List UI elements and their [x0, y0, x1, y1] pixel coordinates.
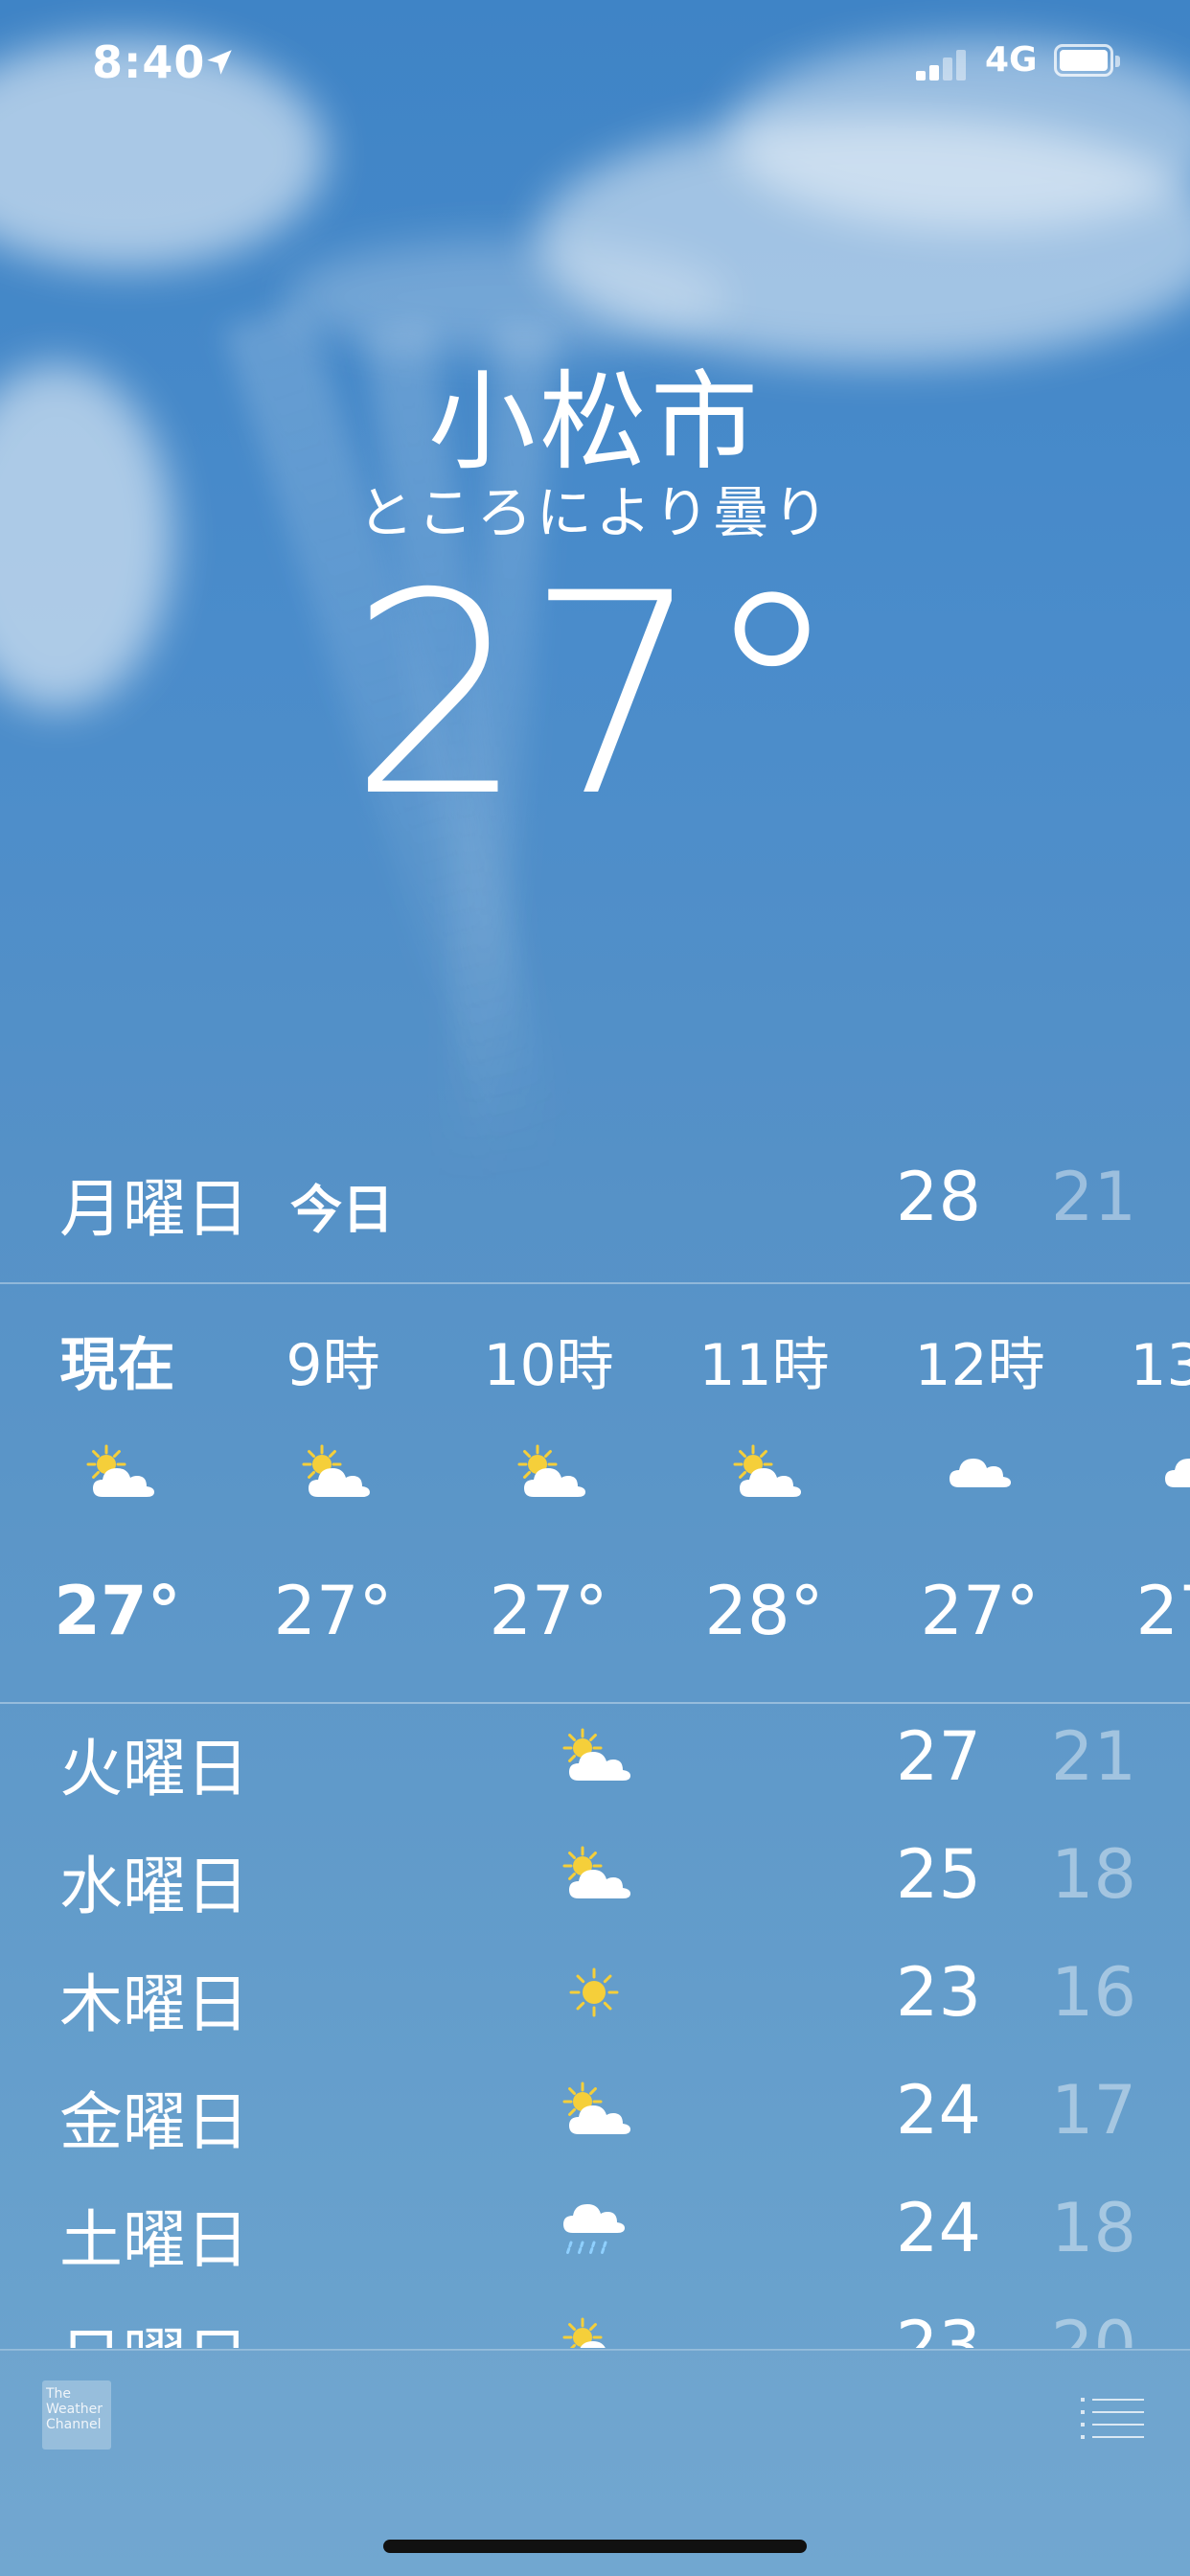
- status-time: 8:40: [92, 36, 206, 88]
- hourly-time: 11時: [698, 1332, 830, 1399]
- hourly-icon-wrap: [295, 1439, 372, 1506]
- today-row: 月曜日 今日 28 21: [0, 1150, 1190, 1246]
- weather-channel-logo[interactable]: The Weather Channel: [42, 2380, 111, 2450]
- daily-low: 18: [1050, 2189, 1136, 2267]
- partly-cloudy-icon: [517, 1444, 585, 1497]
- partly-cloudy-icon: [302, 1444, 370, 1497]
- hourly-icon-wrap: [942, 1439, 1018, 1506]
- daily-low: 21: [1050, 1717, 1136, 1796]
- cellular-signal-icon: [916, 48, 968, 80]
- daily-high: 27: [895, 1717, 981, 1796]
- daily-icon-wrap: [556, 2077, 632, 2144]
- daily-low: 16: [1050, 1953, 1136, 2032]
- daily-low: 17: [1050, 2071, 1136, 2150]
- daily-row: 日曜日 23 20: [0, 2295, 1190, 2348]
- hourly-item: 9時 27°: [225, 1284, 441, 1668]
- daily-high: 24: [895, 2189, 981, 2267]
- hourly-temp: 27°: [273, 1572, 393, 1650]
- daily-forecast-list[interactable]: 火曜日 27 21 水曜日 25 18 木曜日 23 16 金曜日 24 17 土曜日 24 18 日曜日 23…: [0, 1706, 1190, 2348]
- battery-icon: [1054, 44, 1120, 77]
- today-low: 21: [1050, 1158, 1136, 1236]
- daily-day: 木曜日: [59, 1967, 249, 2041]
- hourly-time: 13時: [1130, 1332, 1190, 1399]
- today-tag: 今日: [290, 1180, 394, 1240]
- sun-icon: [569, 1967, 619, 2017]
- daily-day: 火曜日: [59, 1732, 249, 1806]
- daily-icon-wrap: [556, 1959, 632, 2026]
- daily-day: 日曜日: [59, 2307, 249, 2348]
- hourly-time: 9時: [286, 1332, 380, 1399]
- cloud-icon: [1164, 1459, 1190, 1487]
- rain-icon: [563, 2204, 625, 2256]
- partly-cloudy-icon: [562, 1728, 630, 1781]
- current-temperature: 27°: [348, 535, 841, 858]
- hourly-item: 11時 28°: [656, 1284, 872, 1668]
- hourly-item: 12時 27°: [872, 1284, 1087, 1668]
- location-arrow-icon: [207, 50, 232, 75]
- daily-day: 土曜日: [59, 2203, 249, 2277]
- hourly-icon-wrap: [1157, 1439, 1190, 1506]
- daily-high: 25: [895, 1835, 981, 1914]
- hourly-time: 現在: [59, 1332, 175, 1399]
- daily-low: 20: [1050, 2307, 1136, 2348]
- hourly-item: 現在 27°: [10, 1284, 225, 1668]
- daily-high: 23: [895, 2307, 981, 2348]
- partly-cloudy-icon: [733, 1444, 801, 1497]
- hourly-icon-wrap: [80, 1439, 156, 1506]
- hourly-time: 12時: [914, 1332, 1045, 1399]
- daily-icon-wrap: [556, 2312, 632, 2348]
- home-indicator[interactable]: [383, 2540, 807, 2553]
- divider: [0, 1702, 1190, 1704]
- status-bar: 8:40 4G: [0, 36, 1190, 94]
- hourly-item: 10時 27°: [441, 1284, 656, 1668]
- partly-cloudy-icon: [562, 1846, 630, 1898]
- hourly-item: 13時 27°: [1087, 1284, 1190, 1668]
- daily-low: 18: [1050, 1835, 1136, 1914]
- partly-cloudy-icon: [562, 2317, 606, 2348]
- daily-day: 水曜日: [59, 1850, 249, 1923]
- cloud-icon: [949, 1459, 1011, 1487]
- partly-cloudy-icon: [562, 2082, 630, 2134]
- daily-icon-wrap: [556, 1723, 632, 1790]
- hourly-temp: 27°: [54, 1572, 181, 1650]
- daily-high: 23: [895, 1953, 981, 2032]
- daily-row: 水曜日 25 18: [0, 1824, 1190, 1929]
- today-day: 月曜日: [59, 1172, 249, 1246]
- hourly-temp: 27°: [1135, 1572, 1190, 1650]
- partly-cloudy-icon: [86, 1444, 154, 1497]
- hourly-forecast-scroller[interactable]: 現在 27° 9時 27° 10時 27° 11時 28° 12時 27° 13時 27°: [0, 1284, 1190, 1668]
- network-type: 4G: [985, 40, 1038, 80]
- daily-row: 火曜日 27 21: [0, 1706, 1190, 1811]
- daily-day: 金曜日: [59, 2085, 249, 2159]
- daily-row: 土曜日 24 18: [0, 2177, 1190, 2283]
- city-list-icon[interactable]: [1081, 2396, 1144, 2440]
- today-high: 28: [895, 1158, 981, 1236]
- hourly-icon-wrap: [726, 1439, 803, 1506]
- daily-row: 木曜日 23 16: [0, 1942, 1190, 2047]
- hourly-temp: 27°: [920, 1572, 1040, 1650]
- daily-icon-wrap: [556, 1841, 632, 1908]
- hourly-time: 10時: [483, 1332, 614, 1399]
- hourly-temp: 27°: [489, 1572, 608, 1650]
- daily-high: 24: [895, 2071, 981, 2150]
- hourly-icon-wrap: [511, 1439, 587, 1506]
- daily-icon-wrap: [556, 2195, 632, 2262]
- hourly-temp: 28°: [704, 1572, 824, 1650]
- daily-row: 金曜日 24 17: [0, 2059, 1190, 2165]
